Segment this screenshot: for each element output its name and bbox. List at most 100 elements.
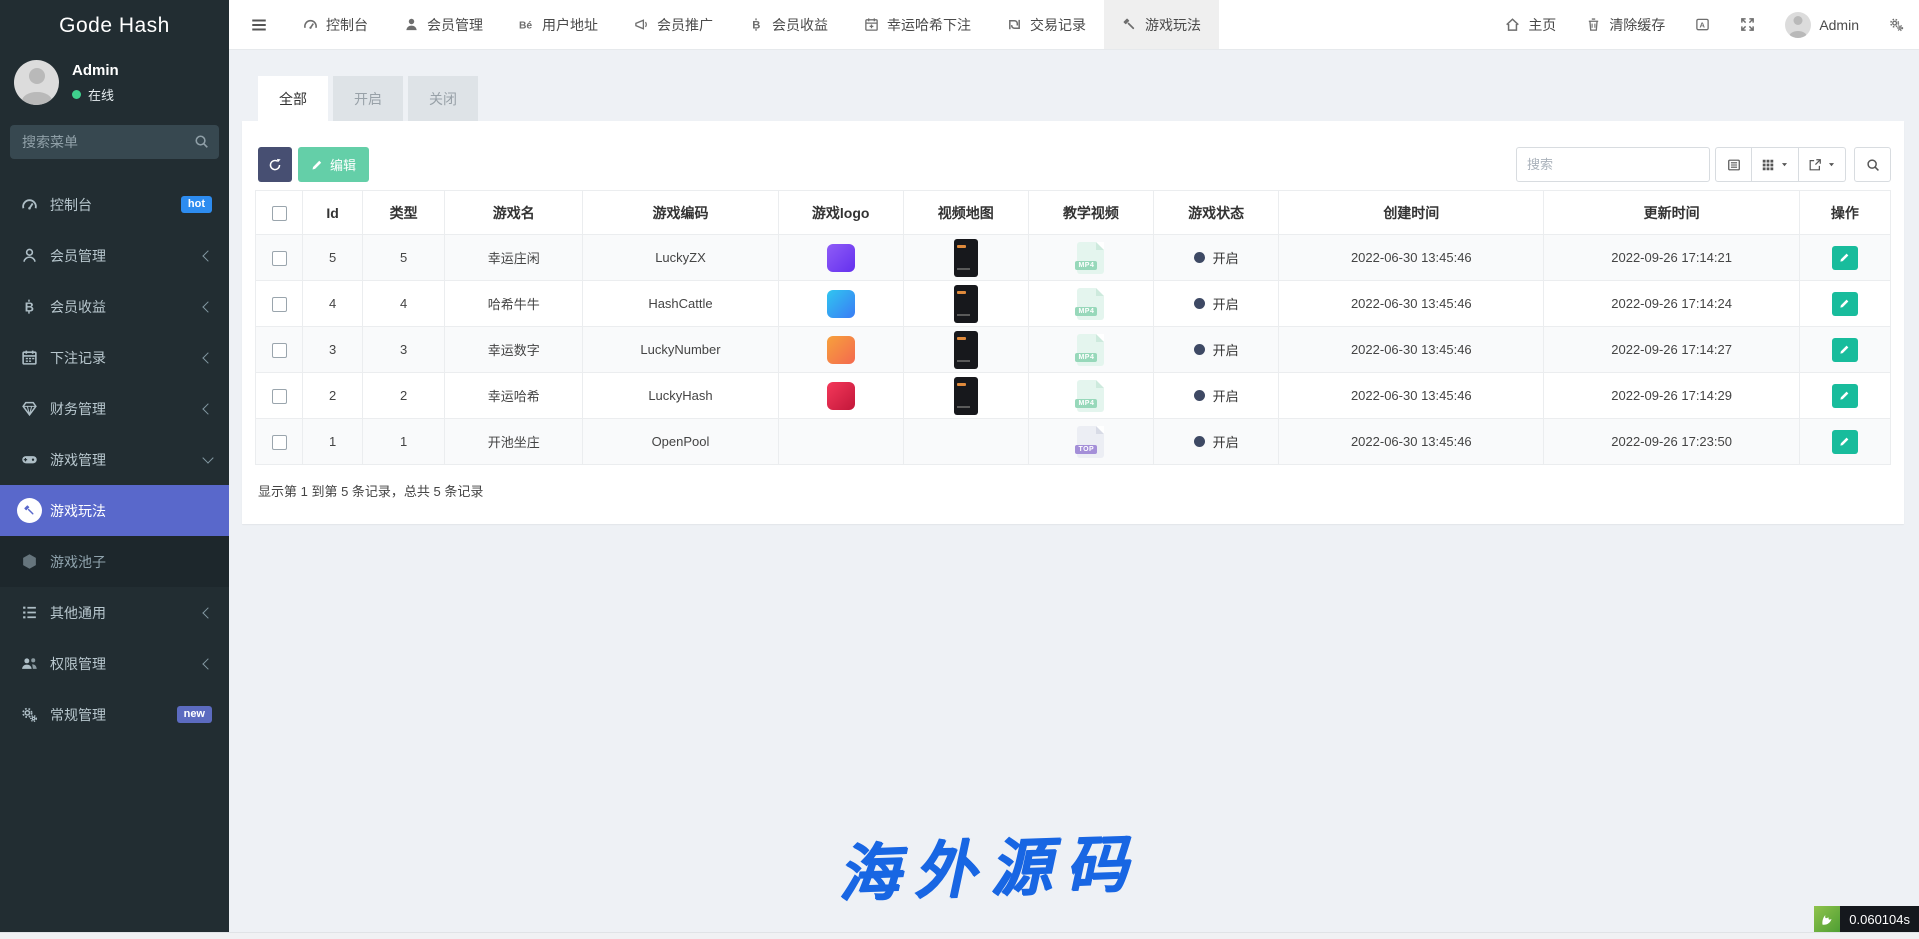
games-table: Id 类型 游戏名 游戏编码 游戏logo 视频地图 教学视频 游戏状态 创建时…	[255, 190, 1891, 465]
nav-item-lucky-hash-bet[interactable]: 幸运哈希下注	[846, 0, 989, 49]
tutorial-video-file-icon[interactable]: MP4	[1077, 334, 1104, 366]
horizontal-scrollbar[interactable]	[0, 932, 1919, 939]
nav-item-user-address[interactable]: 用户地址	[501, 0, 616, 49]
row-checkbox[interactable]	[272, 389, 287, 404]
nav-item-member-income[interactable]: 会员收益	[731, 0, 846, 49]
row-checkbox[interactable]	[272, 251, 287, 266]
top-navbar: 控制台 会员管理 用户地址 会员推广 会员收益 幸运哈希下注 交易记录 游戏玩法…	[229, 0, 1919, 50]
col-name: 游戏名	[445, 191, 583, 235]
chevron-left-icon	[202, 607, 213, 618]
cell-updated: 2022-09-26 17:23:50	[1544, 419, 1799, 465]
sidebar-item-game-play[interactable]: 游戏玩法	[0, 485, 229, 536]
thinkphp-flame-icon[interactable]	[1814, 906, 1840, 932]
cell-created: 2022-06-30 13:45:46	[1279, 235, 1544, 281]
edit-row-button[interactable]	[1832, 292, 1858, 316]
export-button[interactable]	[1799, 147, 1846, 182]
row-checkbox[interactable]	[272, 435, 287, 450]
edit-row-button[interactable]	[1832, 246, 1858, 270]
nav-item-console[interactable]: 控制台	[285, 0, 386, 49]
chevron-left-icon	[202, 250, 213, 261]
edit-row-button[interactable]	[1832, 384, 1858, 408]
view-button-group	[1715, 147, 1846, 182]
edit-row-button[interactable]	[1832, 338, 1858, 362]
table-row: 1 1 开池坐庄 OpenPool TOP 开启 2022-06-30 13:4…	[256, 419, 1891, 465]
nav-item-transactions[interactable]: 交易记录	[989, 0, 1104, 49]
user-icon	[404, 17, 419, 32]
user-menu[interactable]: Admin	[1770, 0, 1874, 49]
home-icon	[1505, 17, 1520, 32]
tab-all[interactable]: 全部	[258, 76, 328, 121]
home-button[interactable]: 主页	[1490, 0, 1571, 49]
tab-open[interactable]: 开启	[333, 76, 403, 121]
game-logo[interactable]	[827, 290, 855, 318]
refresh-icon	[268, 158, 282, 172]
pencil-icon	[311, 159, 323, 171]
table-panel: 编辑	[242, 121, 1904, 524]
calendar-icon	[21, 349, 38, 366]
cell-created: 2022-06-30 13:45:46	[1279, 373, 1544, 419]
select-all-checkbox[interactable]	[272, 206, 287, 221]
language-icon	[1695, 17, 1710, 32]
list-view-icon	[1727, 158, 1741, 172]
game-logo[interactable]	[827, 244, 855, 272]
video-map-thumbnail[interactable]	[954, 377, 978, 415]
status-dot-icon	[1194, 390, 1205, 401]
tutorial-video-file-icon[interactable]: MP4	[1077, 380, 1104, 412]
menu-search-input[interactable]	[10, 125, 219, 159]
sidebar-item-general-admin[interactable]: 常规管理 new	[0, 689, 229, 740]
columns-button[interactable]	[1752, 147, 1799, 182]
sidebar-item-bet-records[interactable]: 下注记录	[0, 332, 229, 383]
sidebar-item-permissions[interactable]: 权限管理	[0, 638, 229, 689]
game-logo[interactable]	[827, 382, 855, 410]
row-checkbox[interactable]	[272, 343, 287, 358]
cell-id: 3	[303, 327, 363, 373]
gavel-icon	[1122, 17, 1137, 32]
advanced-search-button[interactable]	[1854, 147, 1891, 182]
sidebar-item-game-admin[interactable]: 游戏管理	[0, 434, 229, 485]
video-map-thumbnail[interactable]	[954, 331, 978, 369]
sidebar-item-members[interactable]: 会员管理	[0, 230, 229, 281]
status-dot-icon	[1194, 344, 1205, 355]
status-dot-icon	[1194, 298, 1205, 309]
user-avatar[interactable]	[14, 60, 59, 105]
sidebar-item-finance[interactable]: 财务管理	[0, 383, 229, 434]
tutorial-video-file-icon[interactable]: TOP	[1077, 426, 1104, 458]
video-map-thumbnail[interactable]	[954, 285, 978, 323]
col-video-map: 视频地图	[903, 191, 1028, 235]
chevron-left-icon	[202, 301, 213, 312]
edit-button[interactable]: 编辑	[298, 147, 369, 182]
sidebar-item-game-pool[interactable]: 游戏池子	[0, 536, 229, 587]
export-icon	[1808, 158, 1822, 172]
refresh-button[interactable]	[258, 147, 292, 182]
trash-icon	[1586, 17, 1601, 32]
sidebar-item-other-common[interactable]: 其他通用	[0, 587, 229, 638]
nav-item-members[interactable]: 会员管理	[386, 0, 501, 49]
row-checkbox[interactable]	[272, 297, 287, 312]
tutorial-video-file-icon[interactable]: MP4	[1077, 242, 1104, 274]
sidebar-toggle-button[interactable]	[233, 0, 285, 49]
cell-name: 哈希牛牛	[445, 281, 583, 327]
status-badge: 开启	[1158, 386, 1274, 405]
nav-item-member-promo[interactable]: 会员推广	[616, 0, 731, 49]
clear-cache-button[interactable]: 清除缓存	[1571, 0, 1680, 49]
language-button[interactable]	[1680, 0, 1725, 49]
sidebar-item-member-income[interactable]: 会员收益	[0, 281, 229, 332]
table-row: 5 5 幸运庄闲 LuckyZX MP4 开启 2022-06-30 13:45…	[256, 235, 1891, 281]
video-map-thumbnail[interactable]	[954, 239, 978, 277]
cell-updated: 2022-09-26 17:14:29	[1544, 373, 1799, 419]
navbar-right: 主页 清除缓存 Admin	[1490, 0, 1919, 49]
settings-button[interactable]	[1874, 0, 1919, 49]
fullscreen-button[interactable]	[1725, 0, 1770, 49]
tutorial-video-file-icon[interactable]: MP4	[1077, 288, 1104, 320]
online-label: 在线	[88, 85, 114, 104]
nav-item-game-play[interactable]: 游戏玩法	[1104, 0, 1219, 49]
sidebar-item-console[interactable]: 控制台 hot	[0, 179, 229, 230]
game-logo[interactable]	[827, 336, 855, 364]
col-tutorial: 教学视频	[1028, 191, 1153, 235]
table-search-input[interactable]	[1516, 147, 1710, 182]
tab-closed[interactable]: 关闭	[408, 76, 478, 121]
detail-view-button[interactable]	[1715, 147, 1752, 182]
content: 全部 开启 关闭 编辑	[242, 76, 1904, 524]
record-count-summary: 显示第 1 到第 5 条记录，总共 5 条记录	[258, 481, 1891, 500]
edit-row-button[interactable]	[1832, 430, 1858, 454]
